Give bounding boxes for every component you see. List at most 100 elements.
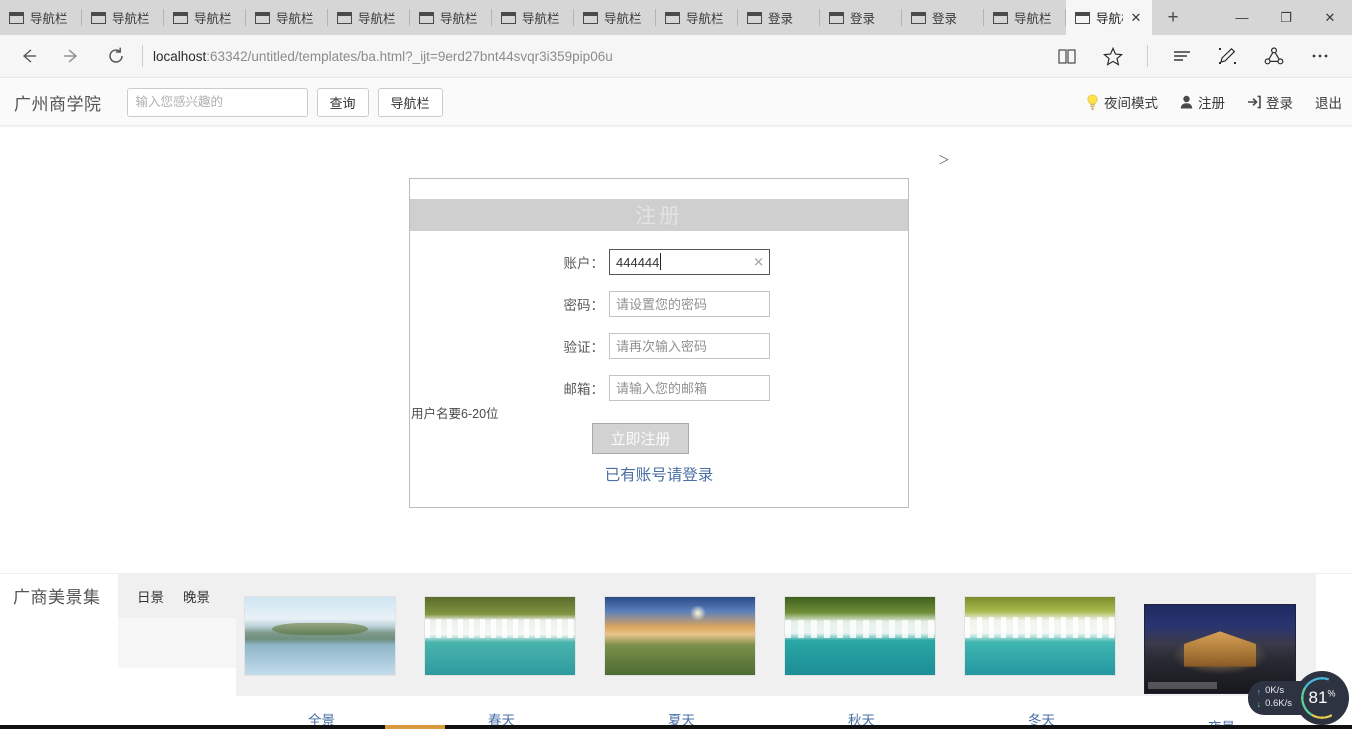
browser-tab[interactable]: 导航栏 [574, 0, 656, 35]
gallery-thumbnail[interactable] [424, 596, 576, 676]
field-wrapper [609, 291, 770, 317]
login-link[interactable]: 登录 [1247, 92, 1293, 112]
site-brand: 广州商学院 [14, 94, 102, 114]
tab-label: 导航栏 [276, 12, 314, 26]
gallery-tab-day[interactable]: 日景 [137, 586, 164, 606]
tab-label: 导航栏 [1014, 12, 1052, 26]
thumbnail-image [785, 597, 935, 675]
battery-gauge[interactable]: 81% [1298, 674, 1346, 722]
field-input[interactable] [609, 249, 770, 275]
register-submit-button[interactable]: 立即注册 [592, 423, 689, 454]
tab-strip: 导航栏 导航栏 导航栏 导航栏 导航栏 导航栏 导航栏 导航栏 导航栏 登录 登录 登录 导航栏 导航栏 ✕… [0, 0, 1352, 35]
maximize-icon[interactable]: ❐ [1264, 0, 1308, 35]
clear-field-icon[interactable]: ✕ [753, 256, 764, 269]
night-mode-toggle[interactable]: 夜间模式 [1086, 92, 1158, 112]
minimize-icon[interactable]: — [1220, 0, 1264, 35]
nav-menu-button[interactable]: 导航栏 [377, 87, 443, 117]
field-input[interactable] [609, 375, 770, 401]
registration-title: 注册 [410, 199, 908, 231]
gallery-thumbnail[interactable] [784, 596, 936, 676]
query-button[interactable]: 查询 [316, 87, 369, 117]
username-hint: 用户名要6-20位 [411, 407, 499, 421]
reload-icon[interactable] [94, 39, 138, 73]
gallery-thumbnail[interactable] [244, 596, 396, 676]
chevron-right-marker: ＞ [938, 153, 951, 167]
gallery-thumb-strip [236, 574, 1316, 696]
field-label: 账户： [563, 256, 605, 271]
web-note-icon[interactable] [1206, 39, 1250, 73]
logout-label: 退出 [1315, 96, 1342, 111]
address-bar[interactable]: localhost:63342/untitled/templates/ba.ht… [153, 49, 1045, 64]
browser-tab[interactable]: 导航栏 [328, 0, 410, 35]
existing-account-login-link[interactable]: 已有账号请登录 [410, 463, 908, 485]
tab-label: 导航栏 [686, 12, 724, 26]
browser-tab[interactable]: 导航栏 [164, 0, 246, 35]
registration-field-row: 账户： ✕ [410, 249, 908, 275]
tab-favicon-icon [173, 11, 188, 24]
gauge-percent-symbol: % [1327, 688, 1336, 699]
reading-view-icon[interactable] [1045, 39, 1089, 73]
user-icon [1180, 95, 1193, 109]
tab-label: 导航栏 [1096, 12, 1123, 26]
field-input[interactable] [609, 291, 770, 317]
browser-toolbar: localhost:63342/untitled/templates/ba.ht… [0, 35, 1352, 78]
browser-tab[interactable]: 导航栏 [492, 0, 574, 35]
tab-label: 导航栏 [604, 12, 642, 26]
network-speed-widget[interactable]: ↑ 0K/s ↓ 0.6K/s 81% [1247, 674, 1346, 722]
gallery-tab-night[interactable]: 晚景 [183, 586, 210, 606]
gallery-thumbnail[interactable] [604, 596, 756, 676]
more-options-icon[interactable] [1298, 39, 1342, 73]
tab-label: 导航栏 [358, 12, 396, 26]
field-input[interactable] [609, 333, 770, 359]
download-speed-row: ↓ 0.6K/s [1257, 698, 1292, 711]
gallery-side-panel [118, 618, 236, 668]
thumbnail-image [425, 597, 575, 675]
favorite-star-icon[interactable] [1091, 39, 1135, 73]
tab-favicon-icon [1075, 11, 1090, 24]
browser-tab[interactable]: 导航栏 [410, 0, 492, 35]
tab-favicon-icon [501, 11, 516, 24]
upload-speed-value: 0K/s [1265, 685, 1285, 697]
browser-tab[interactable]: 登录 [820, 0, 902, 35]
field-label: 密码： [563, 298, 605, 313]
browser-tab[interactable]: 导航栏 [246, 0, 328, 35]
text-caret [660, 253, 661, 270]
browser-tab-active[interactable]: 导航栏 ✕ [1066, 0, 1152, 35]
browser-tab[interactable]: 导航栏 [82, 0, 164, 35]
tab-label: 导航栏 [194, 12, 232, 26]
upload-arrow-icon: ↑ [1256, 686, 1262, 697]
download-arrow-icon: ↓ [1256, 699, 1262, 710]
hub-list-icon[interactable] [1160, 39, 1204, 73]
gallery-thumbnail[interactable] [964, 596, 1116, 676]
header-actions: 夜间模式 注册 登录 退出 [1064, 92, 1342, 112]
tab-close-icon[interactable]: ✕ [1129, 11, 1143, 24]
back-icon[interactable] [6, 39, 50, 73]
browser-tab[interactable]: 登录 [738, 0, 820, 35]
gallery-tabs: 日景 晚景 [118, 574, 236, 618]
register-link[interactable]: 注册 [1180, 92, 1225, 112]
gauge-percent-value: 81 [1308, 688, 1328, 707]
browser-tab[interactable]: 导航栏 [656, 0, 738, 35]
tab-favicon-icon [91, 11, 106, 24]
search-input[interactable] [126, 87, 308, 117]
tab-favicon-icon [665, 11, 680, 24]
field-label: 邮箱： [563, 382, 605, 397]
toolbar-divider [142, 45, 143, 67]
toolbar-divider-2 [1147, 45, 1148, 67]
new-tab-button[interactable]: + [1152, 0, 1194, 35]
upload-speed-row: ↑ 0K/s [1257, 685, 1292, 698]
field-label: 验证： [563, 340, 605, 355]
browser-tab[interactable]: 登录 [902, 0, 984, 35]
forward-icon[interactable] [50, 39, 94, 73]
login-label: 登录 [1266, 96, 1293, 111]
browser-tab[interactable]: 导航栏 [0, 0, 82, 35]
logout-link[interactable]: 退出 [1315, 92, 1342, 112]
browser-tab[interactable]: 导航栏 [984, 0, 1066, 35]
tab-favicon-icon [9, 11, 24, 24]
tab-favicon-icon [747, 11, 762, 24]
tab-favicon-icon [583, 11, 598, 24]
register-label: 注册 [1198, 96, 1225, 111]
close-window-icon[interactable]: ✕ [1308, 0, 1352, 35]
share-icon[interactable] [1252, 39, 1296, 73]
field-wrapper [609, 375, 770, 401]
